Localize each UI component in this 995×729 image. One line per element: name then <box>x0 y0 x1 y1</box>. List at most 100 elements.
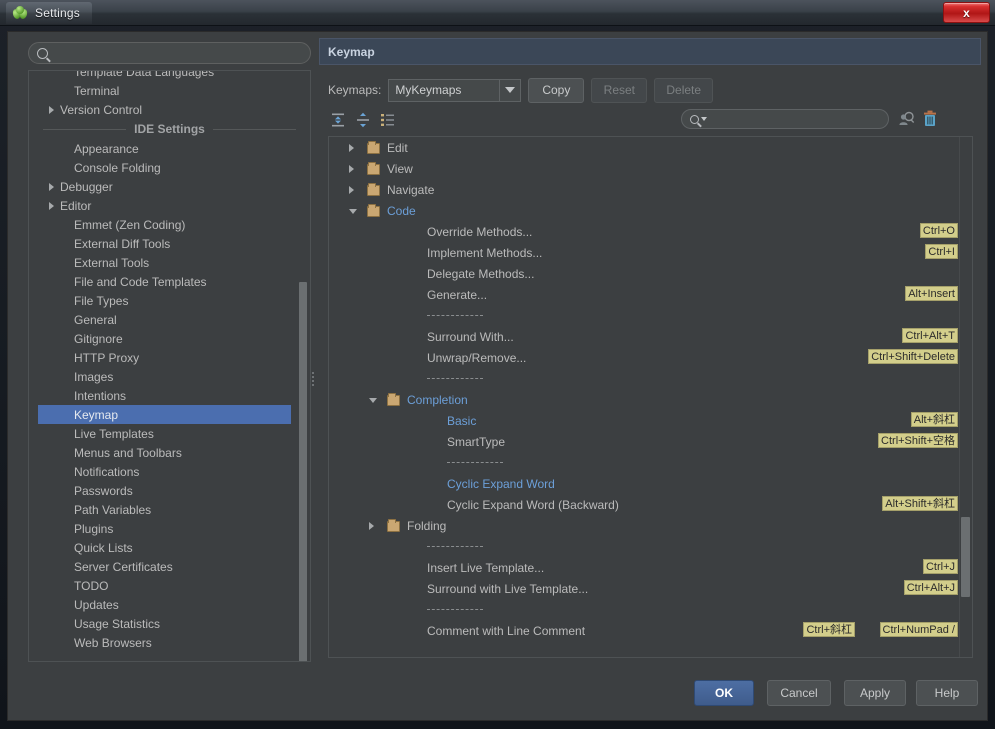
chevron-down-icon[interactable] <box>499 80 520 101</box>
cancel-button[interactable]: Cancel <box>767 680 831 706</box>
delete-button[interactable]: Delete <box>654 78 713 103</box>
sidebar-item-web-browsers[interactable]: Web Browsers <box>29 633 310 652</box>
sidebar-item-todo[interactable]: TODO <box>29 576 310 595</box>
sidebar-item-file-and-code-templates[interactable]: File and Code Templates <box>29 272 310 291</box>
sidebar-item-live-templates[interactable]: Live Templates <box>29 424 310 443</box>
sidebar-item-console-folding[interactable]: Console Folding <box>29 158 310 177</box>
chevron-down-icon[interactable] <box>349 209 357 214</box>
tree-action-row[interactable]: Surround with Live Template...Ctrl+Alt+J <box>329 578 972 599</box>
sidebar-item-notifications[interactable]: Notifications <box>29 462 310 481</box>
search-input[interactable] <box>54 46 304 60</box>
tree-folder-view[interactable]: View <box>329 158 972 179</box>
sidebar-item-path-variables[interactable]: Path Variables <box>29 500 310 519</box>
tree-action-row[interactable]: Delegate Methods... <box>329 263 972 284</box>
sidebar-item-version-control[interactable]: Version Control <box>29 100 310 119</box>
tree-folder-completion[interactable]: Completion <box>329 389 972 410</box>
find-by-shortcut-icon[interactable] <box>897 109 917 129</box>
tree-action-label: Implement Methods... <box>427 246 542 260</box>
sidebar-item-http-proxy[interactable]: HTTP Proxy <box>29 348 310 367</box>
settings-list: Template Data LanguagesTerminalVersion C… <box>29 70 310 652</box>
chevron-right-icon[interactable] <box>369 522 374 530</box>
tree-action-row[interactable]: SmartTypeCtrl+Shift+空格 <box>329 431 972 452</box>
tree-folder-code[interactable]: Code <box>329 200 972 221</box>
tree-action-row[interactable]: Surround With...Ctrl+Alt+T <box>329 326 972 347</box>
sidebar-item-editor[interactable]: Editor <box>29 196 310 215</box>
tree-action-row[interactable]: BasicAlt+斜杠 <box>329 410 972 431</box>
keymap-action-tree[interactable]: EditView Navigate CodeOverride Methods...C… <box>328 136 973 658</box>
sidebar-item-passwords[interactable]: Passwords <box>29 481 310 500</box>
chevron-down-icon[interactable] <box>369 398 377 403</box>
shortcut-badge: Ctrl+I <box>925 244 958 259</box>
chevron-right-icon[interactable] <box>49 183 54 191</box>
chevron-right-icon[interactable] <box>349 144 354 152</box>
help-button[interactable]: Help <box>916 680 978 706</box>
tree-action-row[interactable]: Unwrap/Remove...Ctrl+Shift+Delete <box>329 347 972 368</box>
sidebar-item-images[interactable]: Images <box>29 367 310 386</box>
folder-icon <box>387 521 400 532</box>
tree-action-row[interactable]: Insert Live Template...Ctrl+J <box>329 557 972 578</box>
collapse-all-icon[interactable] <box>354 111 372 129</box>
trash-icon[interactable] <box>921 109 939 129</box>
chevron-right-icon[interactable] <box>349 186 354 194</box>
sidebar-item-plugins[interactable]: Plugins <box>29 519 310 538</box>
sidebar-item-server-certificates[interactable]: Server Certificates <box>29 557 310 576</box>
sidebar-item-appearance[interactable]: Appearance <box>29 139 310 158</box>
chevron-right-icon[interactable] <box>49 202 54 210</box>
keymaps-dropdown[interactable]: MyKeymaps <box>388 79 521 102</box>
sidebar-item-label: Keymap <box>74 408 118 422</box>
tree-action-row[interactable]: Cyclic Expand Word (Backward)Alt+Shift+斜… <box>329 494 972 515</box>
help-button-label: Help <box>935 686 960 700</box>
sidebar-item-updates[interactable]: Updates <box>29 595 310 614</box>
keymap-tree-rows: EditView Navigate CodeOverride Methods...C… <box>329 137 972 641</box>
close-button[interactable]: x <box>943 2 990 23</box>
splitter-handle[interactable] <box>311 370 316 396</box>
tree-action-row[interactable]: Comment with Line CommentCtrl+NumPad /Ct… <box>329 620 972 641</box>
tree-action-label: SmartType <box>447 435 505 449</box>
tree-action-row[interactable]: Generate...Alt+Insert <box>329 284 972 305</box>
apply-button[interactable]: Apply <box>844 680 906 706</box>
reset-button[interactable]: Reset <box>591 78 647 103</box>
keymap-scrollbar-track[interactable] <box>959 137 972 657</box>
sidebar-item-template-data-languages[interactable]: Template Data Languages <box>29 70 310 81</box>
tree-folder-folding[interactable]: Folding <box>329 515 972 536</box>
tree-action-row[interactable]: Implement Methods... Ctrl+I <box>329 242 972 263</box>
sidebar-item-gitignore[interactable]: Gitignore <box>29 329 310 348</box>
expand-all-icon[interactable] <box>329 111 347 129</box>
tree-action-row[interactable]: Cyclic Expand Word <box>329 473 972 494</box>
copy-button[interactable]: Copy <box>528 78 584 103</box>
sidebar-scrollbar-thumb[interactable] <box>299 282 307 662</box>
tree-action-label: Delegate Methods... <box>427 267 534 281</box>
chevron-right-icon[interactable] <box>49 106 54 114</box>
tree-action-label: Surround with Live Template... <box>427 582 588 596</box>
keymap-find-input[interactable] <box>712 113 887 125</box>
sidebar-item-terminal[interactable]: Terminal <box>29 81 310 100</box>
sidebar-item-debugger[interactable]: Debugger <box>29 177 310 196</box>
sidebar-item-usage-statistics[interactable]: Usage Statistics <box>29 614 310 633</box>
delete-button-label: Delete <box>666 83 701 97</box>
sidebar-group-header-label: IDE Settings <box>126 122 213 136</box>
tree-folder-label: Navigate <box>387 183 434 197</box>
chevron-right-icon[interactable] <box>349 165 354 173</box>
keymaps-row: Keymaps: MyKeymaps Copy Reset Delete <box>319 75 981 105</box>
sidebar-item-menus-and-toolbars[interactable]: Menus and Toolbars <box>29 443 310 462</box>
shortcut-badge: Ctrl+J <box>923 559 958 574</box>
sidebar-search[interactable] <box>28 42 311 64</box>
sidebar-scrollbar-track[interactable] <box>299 72 309 662</box>
sidebar-item-file-types[interactable]: File Types <box>29 291 310 310</box>
sidebar-item-external-tools[interactable]: External Tools <box>29 253 310 272</box>
sidebar-item-keymap[interactable]: Keymap <box>38 405 291 424</box>
tree-folder-navigate[interactable]: Navigate <box>329 179 972 200</box>
sidebar-item-general[interactable]: General <box>29 310 310 329</box>
ok-button[interactable]: OK <box>694 680 754 706</box>
tree-folder-edit[interactable]: Edit <box>329 137 972 158</box>
keymap-find-box[interactable] <box>681 109 889 129</box>
tree-action-row[interactable]: Override Methods...Ctrl+O <box>329 221 972 242</box>
sidebar-item-label: General <box>74 313 117 327</box>
sidebar-item-intentions[interactable]: Intentions <box>29 386 310 405</box>
sidebar-item-emmet-zen-coding[interactable]: Emmet (Zen Coding) <box>29 215 310 234</box>
sidebar-item-quick-lists[interactable]: Quick Lists <box>29 538 310 557</box>
sidebar-item-external-diff-tools[interactable]: External Diff Tools <box>29 234 310 253</box>
keymap-scrollbar-thumb[interactable] <box>961 517 970 597</box>
settings-sidebar: Template Data LanguagesTerminalVersion C… <box>17 38 314 666</box>
hierarchy-icon[interactable] <box>379 111 397 129</box>
